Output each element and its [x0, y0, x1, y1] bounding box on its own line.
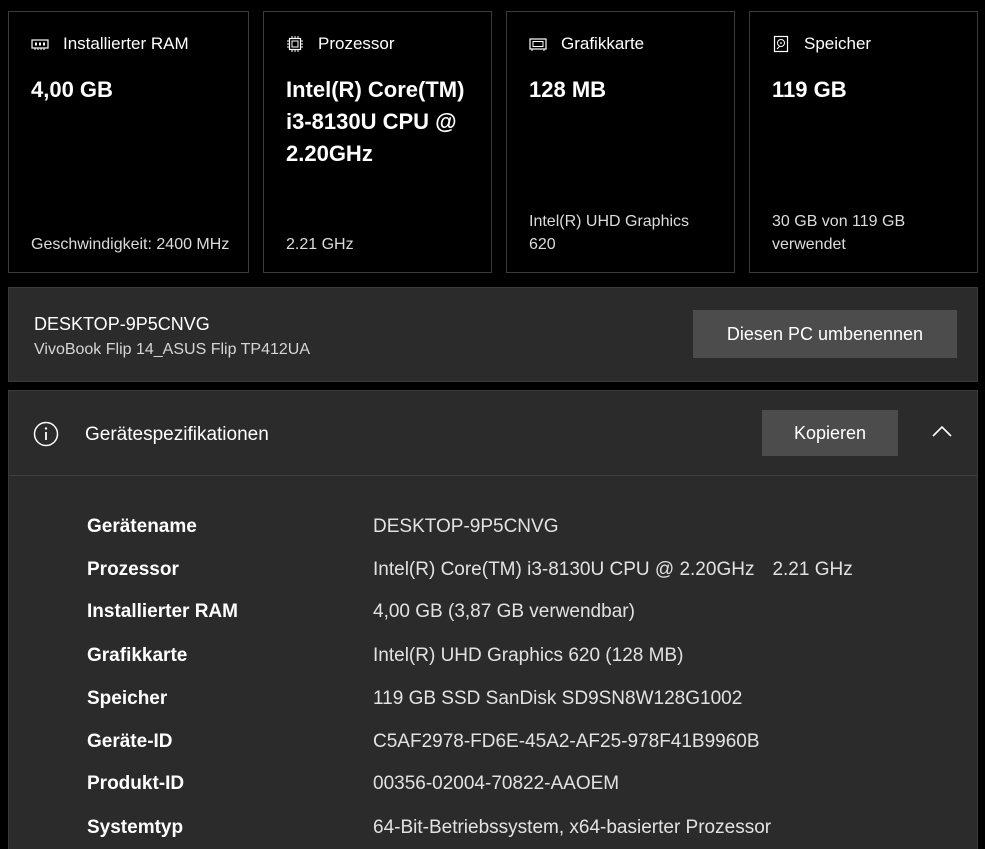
spec-row-storage: Speicher 119 GB SSD SanDisk SD9SN8W128G1…: [9, 688, 977, 718]
ram-card: Installierter RAM 4,00 GB Geschwindigkei…: [8, 11, 249, 273]
spec-key: Prozessor: [87, 559, 179, 580]
ram-card-label: Installierter RAM: [63, 34, 189, 53]
spec-row-device-name: Gerätename DESKTOP-9P5CNVG: [9, 516, 977, 546]
graphics-card: Grafikkarte 128 MB Intel(R) UHD Graphics…: [506, 11, 735, 273]
spec-value-wrapper: Intel(R) Core(TM) i3-8130U CPU @ 2.20GHz…: [373, 559, 853, 581]
device-specs-section: Gerätespezifikationen Kopieren Gerätenam…: [8, 390, 978, 849]
spec-value: C5AF2978-FD6E-45A2-AF25-978F41B9960B: [373, 731, 760, 752]
spec-row-graphics: Grafikkarte Intel(R) UHD Graphics 620 (1…: [9, 645, 977, 675]
processor-icon: [286, 35, 304, 53]
spec-value: 119 GB SSD SanDisk SD9SN8W128G1002: [373, 688, 743, 709]
device-specs-header[interactable]: Gerätespezifikationen Kopieren: [9, 391, 977, 476]
storage-card-value: 119 GB: [772, 77, 847, 102]
spec-key: Geräte-ID: [87, 731, 173, 752]
ram-card-sub: Geschwindigkeit: 2400 MHz: [31, 236, 230, 253]
spec-key: Grafikkarte: [87, 645, 188, 666]
processor-card-label: Prozessor: [318, 34, 395, 53]
spec-row-ram: Installierter RAM 4,00 GB (3,87 GB verwe…: [9, 601, 977, 631]
pc-name-panel: DESKTOP-9P5CNVG VivoBook Flip 14_ASUS Fl…: [8, 287, 978, 382]
spec-value: DESKTOP-9P5CNVG: [373, 516, 559, 537]
spec-value: 4,00 GB (3,87 GB verwendbar): [373, 601, 635, 622]
storage-card: Speicher 119 GB 30 GB von 119 GB verwend…: [749, 11, 978, 273]
spec-key: Gerätename: [87, 516, 197, 537]
ram-icon: [31, 35, 49, 53]
spec-value: 00356-02004-70822-AAOEM: [373, 773, 620, 794]
chevron-up-icon[interactable]: [929, 421, 955, 441]
spec-value: Intel(R) UHD Graphics 620 (128 MB): [373, 645, 684, 666]
info-icon: [33, 421, 59, 447]
spec-key: Installierter RAM: [87, 601, 238, 622]
graphics-card-value: 128 MB: [529, 77, 607, 102]
spec-value: 64-Bit-Betriebssystem, x64-basierter Pro…: [373, 817, 772, 838]
pc-model: VivoBook Flip 14_ASUS Flip TP412UA: [34, 341, 310, 358]
device-specs-title: Gerätespezifikationen: [85, 424, 269, 445]
copy-button[interactable]: Kopieren: [762, 410, 898, 456]
spec-row-product-id: Produkt-ID 00356-02004-70822-AAOEM: [9, 773, 977, 803]
spec-row-device-id: Geräte-ID C5AF2978-FD6E-45A2-AF25-978F41…: [9, 731, 977, 761]
spec-row-system-type: Systemtyp 64-Bit-Betriebssystem, x64-bas…: [9, 817, 977, 847]
spec-key: Produkt-ID: [87, 773, 185, 794]
rename-pc-button[interactable]: Diesen PC umbenennen: [693, 310, 957, 358]
storage-card-label: Speicher: [804, 34, 872, 53]
processor-card-value: Intel(R) Core(TM) i3-8130U CPU @ 2.20GHz: [286, 77, 465, 166]
spec-key: Systemtyp: [87, 817, 184, 838]
processor-card: Prozessor Intel(R) Core(TM) i3-8130U CPU…: [263, 11, 492, 273]
graphics-card-icon: [529, 35, 547, 53]
pc-name: DESKTOP-9P5CNVG: [34, 314, 210, 334]
storage-card-sub: 30 GB von 119 GB verwendet: [772, 213, 906, 253]
spec-value-extra: 2.21 GHz: [772, 559, 853, 580]
graphics-card-sub: Intel(R) UHD Graphics 620: [529, 213, 690, 253]
graphics-card-label: Grafikkarte: [561, 34, 645, 53]
processor-card-sub: 2.21 GHz: [286, 236, 354, 253]
spec-row-processor: Prozessor Intel(R) Core(TM) i3-8130U CPU…: [9, 559, 977, 589]
spec-key: Speicher: [87, 688, 168, 709]
spec-value: Intel(R) Core(TM) i3-8130U CPU @ 2.20GHz: [373, 559, 755, 580]
storage-icon: [772, 35, 790, 53]
ram-card-value: 4,00 GB: [31, 77, 113, 102]
